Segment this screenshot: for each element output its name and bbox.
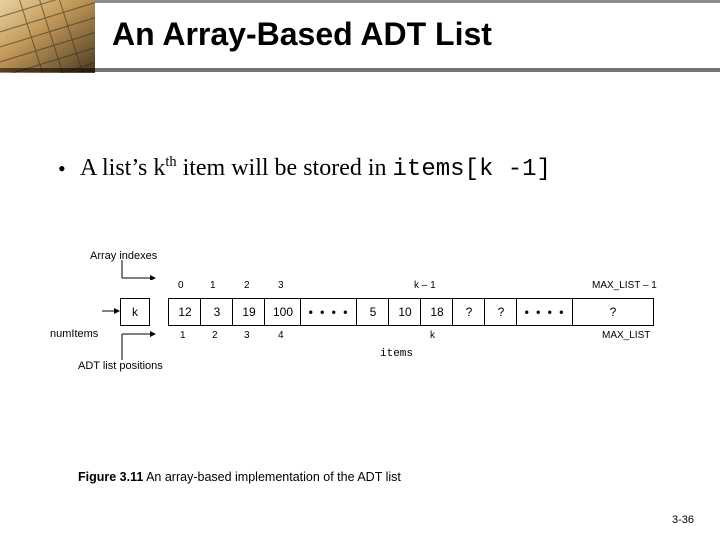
caption-bold: Figure 3.11 — [78, 470, 143, 484]
cell-value: • • • • — [525, 305, 566, 319]
array-cell-ellipsis: • • • • — [516, 298, 574, 326]
cell-value: • • • • — [309, 305, 350, 319]
figure-caption: Figure 3.11 An array-based implementatio… — [78, 470, 401, 484]
cell-value: ? — [466, 305, 473, 319]
array-cell: 100 — [264, 298, 302, 326]
position-label: MAX_LIST — [602, 330, 650, 341]
bullet-text-mid: item will be stored in — [177, 155, 393, 181]
index-label: 0 — [178, 280, 184, 291]
top-rule — [0, 0, 720, 3]
array-cell: ? — [572, 298, 654, 326]
bullet-dot: • — [58, 154, 66, 184]
index-label: MAX_LIST – 1 — [592, 280, 657, 291]
numitems-box: k — [120, 298, 150, 326]
cell-value: 100 — [273, 305, 293, 319]
index-label: 1 — [210, 280, 216, 291]
label-numitems: numItems — [50, 328, 98, 340]
bullet-text-pre: A list’s k — [80, 155, 165, 181]
slide: { "title": "An Array-Based ADT List", "b… — [0, 0, 720, 540]
array-cell: 12 — [168, 298, 202, 326]
index-label: 3 — [278, 280, 284, 291]
cell-value: 3 — [214, 305, 221, 319]
array-cell: 10 — [388, 298, 422, 326]
cell-value: 18 — [430, 305, 443, 319]
arrow-adt-positions — [120, 330, 160, 364]
bullet-sup: th — [165, 154, 176, 170]
array-cell: ? — [484, 298, 518, 326]
array-cell: 18 — [420, 298, 454, 326]
array-cell: 5 — [356, 298, 390, 326]
cell-value: 19 — [242, 305, 255, 319]
index-label: 2 — [244, 280, 250, 291]
cell-value: 5 — [370, 305, 377, 319]
slide-title: An Array-Based ADT List — [112, 16, 492, 53]
body-bullet: • A list’s kth item will be stored in it… — [80, 152, 650, 186]
position-label: k — [430, 330, 435, 341]
numitems-value: k — [132, 305, 138, 319]
corner-decorative-image — [0, 0, 95, 73]
index-label: k – 1 — [414, 280, 436, 291]
arrow-array-indexes — [120, 258, 160, 280]
cell-value: 10 — [398, 305, 411, 319]
cell-value: ? — [498, 305, 505, 319]
page-number: 3-36 — [672, 514, 694, 526]
array-cell: 19 — [232, 298, 266, 326]
header-rule — [0, 68, 720, 72]
array-cell: 3 — [200, 298, 234, 326]
arrow-numitems — [102, 304, 120, 318]
array-cell: ? — [452, 298, 486, 326]
bullet-code: items[k -1] — [393, 156, 551, 183]
caption-rest: An array-based implementation of the ADT… — [143, 470, 401, 484]
position-label: 2 — [212, 330, 218, 341]
cell-value: ? — [610, 305, 617, 319]
cell-value: 12 — [178, 305, 191, 319]
array-name-label: items — [380, 348, 413, 360]
position-label: 1 — [180, 330, 186, 341]
array-cell-ellipsis: • • • • — [300, 298, 358, 326]
position-label: 4 — [278, 330, 284, 341]
position-label: 3 — [244, 330, 250, 341]
